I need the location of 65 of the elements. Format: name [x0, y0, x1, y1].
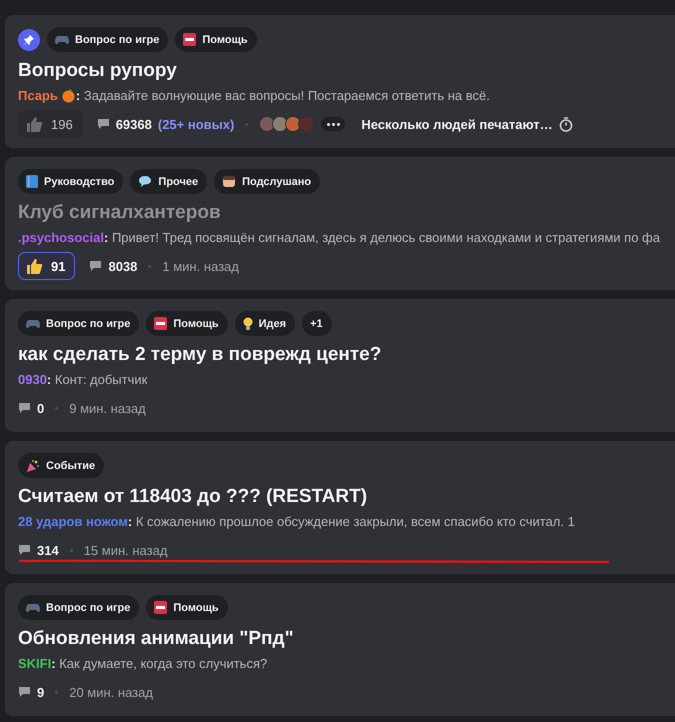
more-avatars-icon — [321, 117, 346, 131]
comment-icon — [18, 686, 31, 698]
tag-chip[interactable]: Помощь — [146, 595, 228, 620]
post-title[interactable]: Клуб сигналхантеров — [18, 202, 675, 224]
post-card[interactable]: Руководство Прочее Подслушано Клуб сигналхантеров .psychosocial: Привет! Тред посвящён сигналам, здесь я делюсь своими находками и стратегиями по фа 91 8038 1 мин. назад — [5, 157, 675, 290]
gamepad-icon — [55, 34, 69, 46]
comment-icon — [18, 544, 31, 556]
post-time: 9 мин. назад — [69, 400, 146, 416]
post-card[interactable]: Вопрос по игре Помощь Вопросы рупору Псарь : Задавайте волнующие вас вопросы! Постараемся ответить на всё. 196 69368 (25+ новых) Несколько людей печатают… — [5, 15, 675, 148]
post-time: 15 мин. назад — [84, 542, 168, 558]
post-card[interactable]: Вопрос по игре Помощь Обновления анимации "Рпд" SKIFI: Как думаете, когда это случиться? 9 20 мин. назад — [5, 583, 675, 716]
post-card[interactable]: Вопрос по игре Помощь Идея +1 как сделать 2 терму в поврежд центе? 0930: Конт: добытчик 0 9 мин. назад — [5, 299, 675, 432]
post-card[interactable]: Событие Считаем от 118403 до ??? (RESTART) 28 ударов ножом: К сожалению прошлое обсуждение закрыли, всем спасибо кто считал. 1 314 15 мин. назад — [5, 441, 675, 574]
tag-chip[interactable]: +1 — [302, 311, 332, 336]
tag-chip[interactable]: Руководство — [18, 169, 124, 194]
comment-count: 0 — [37, 400, 44, 416]
tag-chip[interactable]: Подслушано — [214, 169, 320, 194]
like-button[interactable]: 91 — [18, 252, 76, 280]
party-popper-icon — [26, 458, 40, 472]
thumbs-up-icon — [25, 115, 43, 133]
timer-icon — [558, 116, 573, 132]
author-name[interactable]: Псарь — [18, 88, 58, 103]
like-button[interactable]: 196 — [18, 110, 83, 138]
tag-chip[interactable]: Вопрос по игре — [18, 595, 140, 620]
post-preview: : Задавайте волнующие вас вопросы! Постараемся ответить на всё. — [76, 88, 490, 103]
author-name[interactable]: SKIFI — [18, 656, 52, 671]
tag-chip[interactable]: Вопрос по игре — [47, 27, 168, 52]
tag-chip[interactable]: Идея — [234, 311, 296, 336]
comment-count: 69368 — [116, 116, 152, 132]
gamepad-icon — [26, 602, 40, 614]
thumbs-up-icon — [25, 257, 43, 275]
tag-chip[interactable]: Прочее — [130, 169, 208, 194]
post-title[interactable]: Вопросы рупору — [18, 60, 675, 82]
new-comments-link[interactable]: (25+ новых) — [158, 116, 234, 132]
face-icon — [222, 175, 236, 188]
post-time: 1 мин. назад — [162, 258, 239, 274]
tag-chip[interactable]: Помощь — [175, 27, 257, 52]
author-name[interactable]: 0930 — [18, 372, 47, 387]
post-preview: : Как думаете, когда это случиться? — [51, 656, 268, 671]
gamepad-icon — [26, 318, 40, 330]
book-icon — [26, 175, 38, 188]
comment-count: 8038 — [108, 258, 138, 274]
lightbulb-icon — [242, 316, 253, 330]
comment-icon — [89, 260, 102, 272]
sos-icon — [183, 33, 196, 46]
post-preview: : Привет! Тред посвящён сигналам, здесь я делюсь своими находками и стратегиями по фа — [104, 230, 660, 245]
avatar-stack — [259, 116, 312, 132]
speech-bubble-icon — [138, 175, 152, 188]
tag-chip[interactable]: Событие — [18, 453, 104, 478]
post-time: 20 мин. назад — [69, 684, 153, 700]
comment-icon — [96, 118, 110, 130]
post-preview: : К сожалению прошлое обсуждение закрыли, всем спасибо кто считал. 1 — [128, 514, 575, 529]
comment-icon — [18, 402, 31, 414]
comment-count: 9 — [37, 684, 44, 700]
post-preview: : Конт: добытчик — [46, 372, 148, 387]
sos-icon — [154, 601, 168, 614]
post-title[interactable]: как сделать 2 терму в поврежд центе? — [18, 344, 675, 366]
author-name[interactable]: .psychosocial — [18, 230, 104, 245]
typing-indicator: Несколько людей печатают… — [361, 116, 553, 132]
tag-chip[interactable]: Помощь — [146, 311, 228, 336]
post-title[interactable]: Считаем от 118403 до ??? (RESTART) — [18, 486, 675, 508]
sos-icon — [154, 317, 168, 330]
post-title[interactable]: Обновления анимации "Рпд" — [18, 628, 675, 650]
comment-count: 314 — [37, 542, 59, 558]
tag-chip[interactable]: Вопрос по игре — [18, 311, 140, 336]
